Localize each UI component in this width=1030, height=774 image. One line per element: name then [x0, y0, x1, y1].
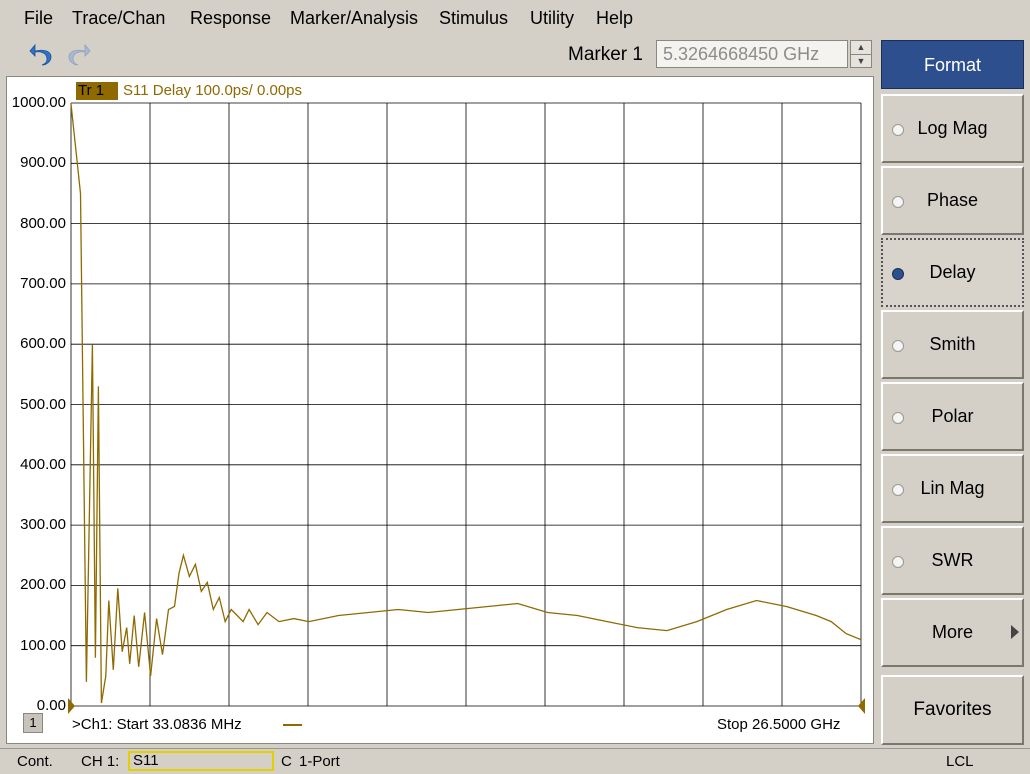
status-channel: CH 1:: [81, 753, 120, 770]
y-tick-label: 400.00: [20, 455, 66, 473]
format-menu-title: Format: [881, 40, 1024, 89]
softkey-label: Phase: [926, 190, 979, 210]
trace-tag[interactable]: Tr 1: [76, 82, 118, 100]
y-tick-label: 0.00: [36, 697, 66, 714]
y-tick-label: 200.00: [20, 576, 66, 594]
start-marker-icon: [68, 698, 75, 714]
y-tick-label: 100.00: [20, 636, 66, 654]
softkey-label: Smith: [929, 334, 976, 354]
stop-marker-icon: [858, 698, 865, 714]
softkey-label: SWR: [931, 550, 974, 570]
softkey-phase[interactable]: Phase: [881, 166, 1024, 235]
softkey-smith[interactable]: Smith: [881, 310, 1024, 379]
softkey-label: Delay: [929, 262, 976, 282]
y-tick-label: 800.00: [20, 214, 66, 232]
channel-number[interactable]: 1: [23, 713, 43, 733]
softkey-label: Log Mag: [917, 118, 988, 138]
status-mode: Cont.: [17, 753, 53, 770]
y-tick-label: 900.00: [20, 154, 66, 172]
y-tick-label: 300.00: [20, 516, 66, 534]
softkey-polar[interactable]: Polar: [881, 382, 1024, 451]
status-lcl: LCL: [946, 753, 974, 770]
softkey-lin-mag[interactable]: Lin Mag: [881, 454, 1024, 523]
status-measurement[interactable]: S11: [128, 751, 274, 771]
y-tick-label: 600.00: [20, 335, 66, 353]
trace-description[interactable]: S11 Delay 100.0ps/ 0.00ps: [123, 82, 302, 99]
softkey-delay[interactable]: Delay: [881, 238, 1024, 307]
start-frequency[interactable]: >Ch1: Start 33.0836 MHz: [72, 716, 242, 733]
trace-swatch: [283, 724, 302, 726]
softkey-label: Polar: [931, 406, 974, 426]
delay-plot: [68, 102, 865, 714]
y-tick-label: 1000.00: [11, 94, 66, 111]
softkey-label: More: [931, 622, 973, 642]
status-cal: C: [281, 753, 292, 770]
softkey-label: Lin Mag: [920, 478, 985, 498]
plot-grid: [70, 102, 862, 707]
status-port: 1-Port: [299, 753, 340, 770]
softkey-log-mag[interactable]: Log Mag: [881, 94, 1024, 163]
softkey-swr[interactable]: SWR: [881, 526, 1024, 595]
softkey-more[interactable]: More: [881, 598, 1024, 667]
chevron-right-icon: [1011, 625, 1019, 639]
status-bar: Cont. CH 1: S11 C 1-Port LCL: [0, 748, 1030, 774]
y-tick-label: 700.00: [20, 274, 66, 292]
y-tick-label: 500.00: [20, 395, 66, 413]
stop-frequency[interactable]: Stop 26.5000 GHz: [717, 716, 840, 733]
favorites-button[interactable]: Favorites: [881, 675, 1024, 745]
